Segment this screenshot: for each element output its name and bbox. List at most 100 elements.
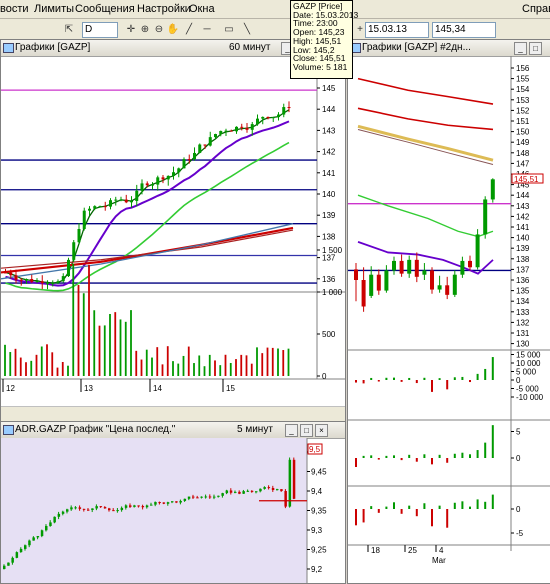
candle-body bbox=[437, 285, 442, 290]
date-field[interactable]: 15.03.13 23:00 bbox=[365, 22, 429, 49]
candle-body bbox=[166, 175, 170, 180]
hand-icon[interactable]: ✋ bbox=[166, 23, 180, 37]
candle-body bbox=[225, 490, 229, 494]
last-price-label: 145,51 bbox=[514, 175, 539, 184]
menu-windows[interactable]: Окна bbox=[189, 3, 215, 15]
date-tick-label: 18 bbox=[371, 546, 380, 555]
candle-body bbox=[112, 510, 115, 512]
horizontal-scrollbar[interactable] bbox=[1, 406, 345, 421]
candle-body bbox=[175, 501, 178, 503]
ma-50-line bbox=[357, 128, 494, 165]
candle-body bbox=[135, 190, 139, 201]
candle-body bbox=[32, 537, 35, 541]
candle-body bbox=[376, 274, 381, 291]
price-field[interactable]: 145,34 bbox=[432, 22, 496, 38]
price-tick-label: 147 bbox=[516, 159, 530, 168]
candle-body bbox=[204, 496, 208, 498]
candle-body bbox=[19, 279, 23, 281]
minimize-button[interactable]: _ bbox=[514, 42, 527, 55]
candle-body bbox=[129, 505, 132, 507]
candle-body bbox=[250, 124, 254, 130]
menu-news[interactable]: вости bbox=[0, 3, 29, 15]
volume-tick-label: 1 500 bbox=[322, 246, 343, 255]
maximize-button[interactable]: □ bbox=[529, 42, 542, 55]
candle-body bbox=[91, 508, 94, 510]
chart-window-gazp-hourly: Графики [GAZP] 60 минут _ □ × 1451441431… bbox=[0, 39, 346, 422]
zoom-out-icon[interactable]: ⊖ bbox=[152, 23, 166, 37]
price-tick-label: 156 bbox=[516, 64, 530, 73]
date-tick-label: 14 bbox=[153, 384, 162, 393]
volume-tick-label: 1 000 bbox=[322, 288, 343, 297]
price-tick-label: 9,2 bbox=[311, 565, 323, 574]
price-tick-label: 142 bbox=[516, 212, 530, 221]
candle-body bbox=[88, 208, 91, 211]
price-tick-label: 140 bbox=[516, 234, 530, 243]
candle-body bbox=[292, 459, 296, 499]
candle-body bbox=[414, 259, 419, 277]
candle-body bbox=[214, 134, 217, 138]
candle-body bbox=[124, 505, 128, 508]
candle-body bbox=[399, 260, 404, 274]
candle-body bbox=[137, 505, 140, 507]
menu-limits[interactable]: Лимиты bbox=[34, 3, 74, 15]
candle-body bbox=[468, 260, 472, 268]
candle-body bbox=[221, 493, 224, 496]
close-button[interactable]: × bbox=[315, 424, 328, 437]
candle-body bbox=[150, 504, 153, 506]
interval-select[interactable]: D bbox=[82, 22, 118, 38]
price-tick-label: 9,4 bbox=[311, 487, 323, 496]
menu-messages[interactable]: Сообщения bbox=[75, 3, 135, 15]
candle-body bbox=[99, 506, 103, 508]
candle-body bbox=[166, 502, 170, 504]
zoom-in-icon[interactable]: ⊕ bbox=[138, 23, 152, 37]
ma-20-line bbox=[357, 194, 494, 238]
candle-body bbox=[483, 199, 488, 235]
menu-settings[interactable]: Настройки bbox=[137, 3, 191, 15]
candle-body bbox=[271, 487, 275, 491]
candle-body bbox=[183, 498, 187, 501]
window-titlebar-daily: Графики [GAZP] #2дн... _ □ bbox=[348, 40, 550, 57]
candle-body bbox=[130, 200, 133, 203]
price-tick-label: 135 bbox=[516, 287, 530, 296]
candle-body bbox=[276, 489, 279, 491]
crosshair-icon[interactable]: ✛ bbox=[124, 23, 138, 37]
candle-body bbox=[74, 507, 77, 509]
price-tick-label: 133 bbox=[516, 308, 530, 317]
adr-chart-svg[interactable]: 9,45 9,4 9,35 9,3 9,25 9,2 9,5 bbox=[1, 438, 345, 583]
candle-body bbox=[61, 511, 65, 514]
price-tick-label: 137 bbox=[516, 265, 530, 274]
candle-body bbox=[116, 510, 119, 512]
date-tick-label: 25 bbox=[408, 546, 417, 555]
candle-body bbox=[45, 525, 48, 531]
candle-body bbox=[70, 507, 73, 510]
candle-body bbox=[193, 152, 196, 160]
candle-body bbox=[82, 210, 86, 230]
maximize-button[interactable]: □ bbox=[300, 424, 313, 437]
candle-body bbox=[182, 159, 186, 169]
candle-body bbox=[430, 270, 434, 290]
hourly-chart-svg[interactable]: 145144143142141140139138137136 1 5001 00… bbox=[1, 56, 345, 421]
ma-long-red-line bbox=[1, 226, 294, 274]
candle-body bbox=[145, 505, 149, 508]
horizontal-line-icon[interactable]: ─ bbox=[200, 23, 214, 37]
candle-body bbox=[40, 281, 44, 284]
candle-body bbox=[267, 487, 271, 489]
candle-body bbox=[109, 200, 112, 207]
candle-body bbox=[35, 281, 39, 283]
ma-200-line bbox=[357, 77, 494, 105]
trend-tool-icon[interactable]: ╲ bbox=[240, 23, 254, 37]
tooltip-volume: Volume: 5 181 bbox=[293, 61, 348, 72]
menu-help[interactable]: Справ bbox=[522, 3, 550, 15]
price-tick-label: 9,3 bbox=[311, 526, 323, 535]
label-tool-icon[interactable]: ▭ bbox=[222, 23, 236, 37]
daily-chart-svg[interactable]: 1561551541531521511501491481471461451441… bbox=[348, 56, 550, 583]
cursor-icon[interactable]: ⇱ bbox=[62, 23, 76, 37]
month-label: Mar bbox=[432, 556, 446, 565]
price-tick-label: 141 bbox=[322, 169, 336, 178]
candle-body bbox=[245, 127, 249, 130]
minimize-button[interactable]: _ bbox=[285, 424, 298, 437]
candle-body bbox=[3, 565, 6, 569]
line-tool-icon[interactable]: ╱ bbox=[182, 23, 196, 37]
price-tick-label: 134 bbox=[516, 297, 530, 306]
candle-body bbox=[217, 495, 220, 497]
